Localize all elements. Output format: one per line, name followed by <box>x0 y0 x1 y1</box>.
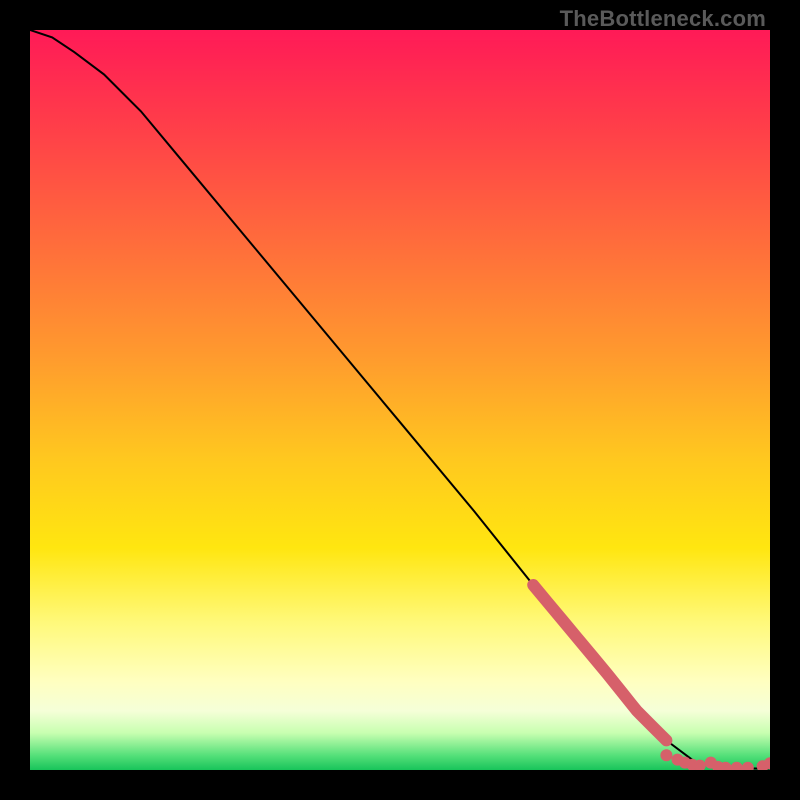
highlight-segment <box>533 585 666 740</box>
plot-area <box>30 30 770 770</box>
tail-dot <box>660 749 672 761</box>
chart-stage: TheBottleneck.com <box>0 0 800 800</box>
tail-dot <box>742 762 754 770</box>
watermark-text: TheBottleneck.com <box>560 6 766 32</box>
main-curve <box>30 30 770 769</box>
tail-dots <box>660 749 770 770</box>
tail-dot <box>731 762 743 770</box>
chart-overlay <box>30 30 770 770</box>
